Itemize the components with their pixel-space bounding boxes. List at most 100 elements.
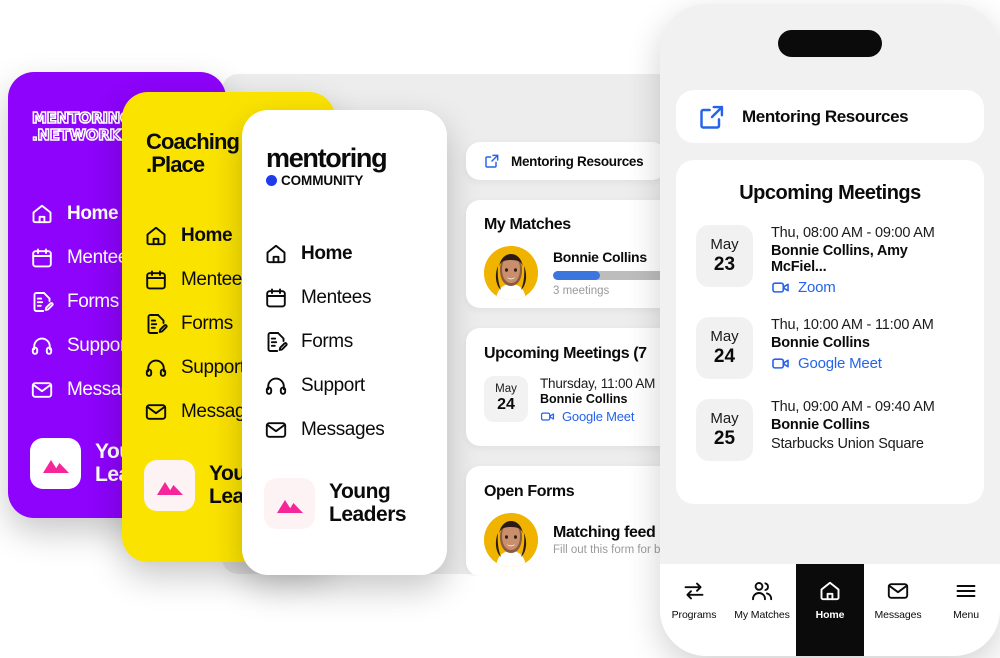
match-name: Bonnie Collins (553, 249, 647, 265)
woman-avatar-illustration (484, 246, 538, 300)
meeting-time: Thu, 09:00 AM - 09:40 AM (771, 399, 935, 415)
form-subtitle: Fill out this form for b (553, 544, 661, 556)
envelope-icon (31, 382, 53, 398)
program-tile (30, 438, 81, 489)
swap-arrows-icon (684, 582, 704, 600)
mountains-icon (156, 481, 183, 495)
match-row[interactable]: Bonnie Collins 3 meetings (484, 246, 676, 300)
calendar-icon (146, 270, 166, 290)
people-icon (752, 582, 773, 601)
form-title: Matching feed (553, 524, 656, 541)
meeting-join-link[interactable]: Google Meet (540, 409, 655, 424)
desktop-main-content: Mentoring Resources My Matches Bonnie Co… (244, 128, 684, 576)
meeting-participants: Bonnie Collins, Amy McFiel... (771, 243, 908, 275)
meeting-month: May (495, 383, 517, 396)
sidebar-item-label: Forms (67, 291, 119, 312)
meeting-join-link[interactable]: Google Meet (771, 354, 934, 373)
phone-upcoming-meetings-card: Upcoming Meetings May 23 Thu, 08:00 AM -… (676, 160, 984, 504)
phone-mockup: Mentoring Resources Upcoming Meetings Ma… (660, 4, 1000, 656)
meeting-row[interactable]: May 24 Thursday, 11:00 AM Bonnie Collins… (484, 376, 678, 424)
envelope-icon (145, 404, 167, 420)
meeting-date-chip: May 24 (696, 317, 753, 379)
meeting-info: Thu, 08:00 AM - 09:00 AM Bonnie Collins,… (771, 225, 964, 297)
meeting-day: 24 (497, 396, 515, 414)
meeting-day: 23 (713, 253, 736, 275)
logo-mentoring-network: MENTORING .NETWORK (31, 109, 133, 144)
my-matches-title: My Matches (484, 216, 571, 233)
logo-line-1: Coaching (146, 129, 240, 154)
meeting-time: Thursday, 11:00 AM (540, 376, 656, 391)
meeting-date-chip: May 23 (696, 225, 753, 287)
meeting-month: May (710, 409, 739, 427)
sidebar-item-label: Forms (181, 313, 233, 334)
meeting-month: May (710, 327, 739, 345)
mentoring-resources-button[interactable]: Mentoring Resources (466, 142, 666, 180)
program-tile (144, 460, 195, 511)
avatar (484, 513, 538, 567)
phone-mentoring-resources-label: Mentoring Resources (742, 106, 909, 126)
tab-messages[interactable]: Messages (864, 564, 932, 656)
sidebar-item-label: Mentees (181, 269, 252, 290)
match-info: Bonnie Collins 3 meetings (553, 249, 671, 297)
tab-programs[interactable]: Programs (660, 564, 728, 656)
logo-coaching-place: Coaching .Place (146, 129, 240, 176)
meeting-link-label: Zoom (798, 279, 836, 296)
form-edit-icon (147, 314, 168, 334)
meeting-info: Thursday, 11:00 AM Bonnie Collins Google… (540, 376, 655, 424)
mountains-icon (42, 459, 69, 473)
meeting-row[interactable]: May 25 Thu, 09:00 AM - 09:40 AM Bonnie C… (676, 399, 984, 461)
meeting-time: Thu, 10:00 AM - 11:00 AM (771, 317, 934, 333)
upcoming-meetings-title: Upcoming Meetings (7 (484, 345, 647, 362)
woman-avatar-illustration (484, 513, 538, 567)
external-link-icon (700, 105, 724, 129)
tab-label: Messages (874, 609, 922, 621)
external-link-icon (485, 154, 499, 168)
tab-label: Programs (671, 609, 717, 621)
meeting-time: Thu, 08:00 AM - 09:00 AM (771, 225, 935, 241)
sidebar-item-label: Home (181, 225, 233, 246)
meeting-participants: Bonnie Collins (540, 392, 628, 406)
home-icon (820, 581, 840, 601)
logo-line-1: MENTORING (31, 109, 133, 127)
phone-mentoring-resources-button[interactable]: Mentoring Resources (676, 90, 984, 143)
logo-line-2: .NETWORK (31, 125, 122, 144)
meeting-location: Starbucks Union Square (771, 436, 924, 452)
meeting-info: Thu, 09:00 AM - 09:40 AM Bonnie Collins … (771, 399, 935, 461)
my-matches-card: My Matches Bonnie Collins 3 meetings (466, 200, 676, 308)
video-camera-icon (772, 282, 789, 293)
meeting-participants: Bonnie Collins (771, 335, 870, 351)
sidebar-item-label: Support (181, 357, 245, 378)
headset-icon (31, 337, 53, 355)
screenshot-root: MENTORING .NETWORK Home Mentees Forms Su… (0, 0, 1000, 658)
meeting-month: May (710, 235, 739, 253)
form-info: Matching feed Fill out this form for b (553, 524, 660, 556)
meeting-row[interactable]: May 23 Thu, 08:00 AM - 09:00 AM Bonnie C… (676, 225, 984, 297)
video-camera-icon (772, 358, 789, 369)
meeting-info: Thu, 10:00 AM - 11:00 AM Bonnie Collins … (771, 317, 934, 379)
form-edit-icon (33, 292, 54, 312)
dynamic-island (778, 30, 882, 57)
meeting-day: 24 (713, 345, 736, 367)
hamburger-icon (956, 585, 976, 597)
calendar-icon (32, 248, 52, 268)
upcoming-meetings-card: Upcoming Meetings (7 May 24 Thursday, 11… (466, 328, 678, 446)
meeting-day: 25 (713, 427, 736, 449)
match-progress-bar (553, 271, 671, 280)
meeting-join-link[interactable]: Zoom (771, 278, 964, 297)
avatar (484, 246, 538, 300)
form-row[interactable]: Matching feed Fill out this form for b (484, 513, 678, 567)
envelope-icon (887, 583, 909, 599)
tab-home[interactable]: Home (796, 564, 864, 656)
phone-tab-bar: Programs My Matches Home Messages Menu (660, 564, 1000, 656)
phone-upcoming-meetings-title: Upcoming Meetings (739, 182, 921, 204)
tab-my-matches[interactable]: My Matches (728, 564, 796, 656)
video-camera-icon (540, 412, 555, 421)
tab-menu[interactable]: Menu (932, 564, 1000, 656)
open-forms-title: Open Forms (484, 483, 575, 500)
match-meetings-count: 3 meetings (553, 285, 610, 297)
meeting-date-chip: May 24 (484, 376, 528, 422)
home-icon (32, 204, 52, 224)
meeting-date-chip: May 25 (696, 399, 753, 461)
meeting-link-label: Google Meet (798, 355, 882, 372)
meeting-row[interactable]: May 24 Thu, 10:00 AM - 11:00 AM Bonnie C… (676, 317, 984, 379)
